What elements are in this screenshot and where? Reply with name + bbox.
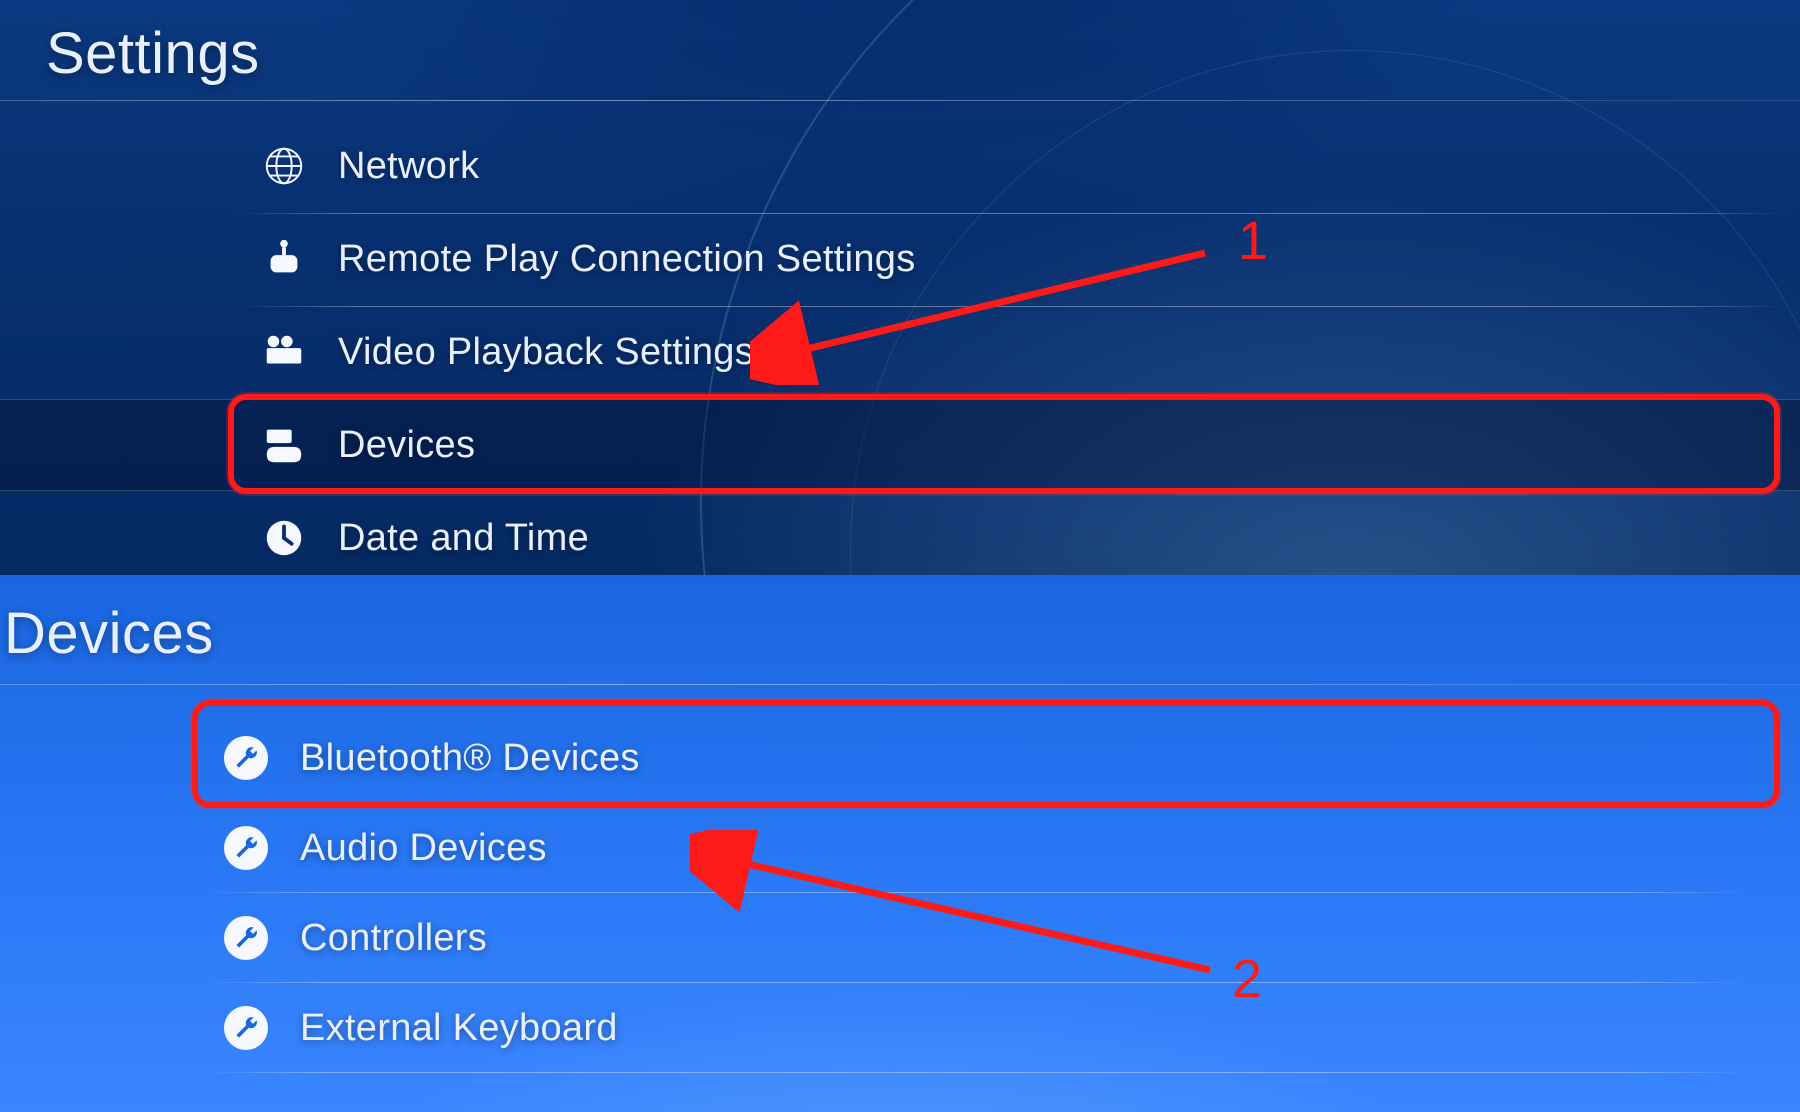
menu-item-controllers[interactable]: Controllers bbox=[216, 892, 1720, 984]
menu-item-bluetooth-devices[interactable]: Bluetooth® Devices bbox=[216, 712, 1720, 804]
menu-item-label: Audio Devices bbox=[300, 827, 547, 870]
wrench-icon bbox=[216, 916, 276, 960]
menu-item-date-time[interactable]: Date and Time bbox=[254, 492, 1720, 584]
menu-item-external-keyboard[interactable]: External Keyboard bbox=[216, 982, 1720, 1074]
menu-item-devices[interactable]: Devices bbox=[254, 399, 1720, 491]
menu-item-audio-devices[interactable]: Audio Devices bbox=[216, 802, 1720, 894]
wrench-icon bbox=[216, 826, 276, 870]
film-icon bbox=[254, 329, 314, 375]
clock-icon bbox=[254, 515, 314, 561]
menu-item-label: External Keyboard bbox=[300, 1007, 618, 1050]
menu-item-label: Bluetooth® Devices bbox=[300, 737, 640, 780]
remote-play-icon bbox=[254, 236, 314, 282]
devices-title: Devices bbox=[4, 600, 214, 667]
menu-item-video-playback[interactable]: Video Playback Settings bbox=[254, 306, 1720, 398]
menu-item-label: Date and Time bbox=[338, 517, 589, 560]
globe-icon bbox=[254, 143, 314, 189]
menu-item-label: Controllers bbox=[300, 917, 487, 960]
menu-item-label: Remote Play Connection Settings bbox=[338, 238, 916, 281]
menu-item-remote-play[interactable]: Remote Play Connection Settings bbox=[254, 213, 1720, 305]
devices-icon bbox=[254, 422, 314, 468]
wrench-icon bbox=[216, 1006, 276, 1050]
wrench-icon bbox=[216, 736, 276, 780]
menu-item-network[interactable]: Network bbox=[254, 120, 1720, 212]
menu-item-label: Video Playback Settings bbox=[338, 331, 754, 374]
menu-item-label: Devices bbox=[338, 424, 475, 467]
divider bbox=[0, 100, 1800, 101]
menu-item-label: Network bbox=[338, 145, 479, 188]
settings-title: Settings bbox=[46, 20, 260, 87]
divider bbox=[0, 684, 1800, 685]
